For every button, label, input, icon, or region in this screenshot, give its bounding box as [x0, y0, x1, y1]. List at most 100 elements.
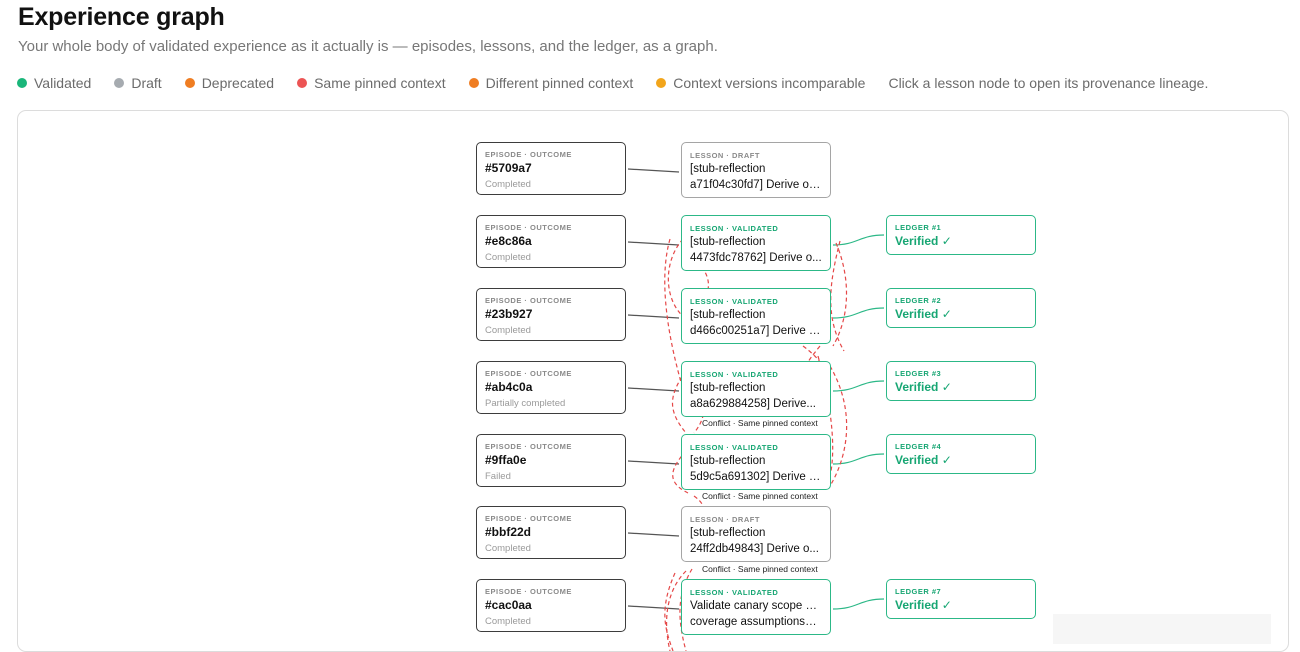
legend-context-incomparable: Context versions incomparable [656, 75, 865, 91]
episode-node[interactable]: EPISODE · OUTCOME #e8c86a Completed [476, 215, 626, 268]
ledger-node[interactable]: LEDGER #2 Verified ✓ [886, 288, 1036, 328]
episode-lesson-edge [627, 387, 680, 392]
ledger-kind: LEDGER #4 [895, 442, 942, 451]
ledger-status: Verified ✓ [895, 234, 952, 248]
episode-outcome: Completed [485, 179, 531, 190]
lesson-text-line: Validate canary scope and [690, 600, 822, 612]
legend-label: Validated [34, 75, 92, 91]
lesson-kind: LESSON · DRAFT [690, 515, 760, 524]
lesson-text: [stub-reflection 4473fdc78762] Derive o..… [690, 235, 822, 266]
episode-outcome: Partially completed [485, 398, 566, 409]
conflict-label: Conflict · Same pinned context [702, 491, 818, 501]
episode-kind: EPISODE · OUTCOME [485, 223, 572, 232]
lesson-ledger-edge [832, 380, 885, 392]
episode-outcome: Failed [485, 471, 511, 482]
episode-outcome: Completed [485, 325, 531, 336]
episode-id: #ab4c0a [485, 380, 533, 394]
legend-different-pinned-context: Different pinned context [468, 75, 634, 91]
lesson-ledger-edge [832, 598, 885, 610]
lesson-node[interactable]: LESSON · VALIDATED [stub-reflection a8a629… [681, 361, 831, 417]
lesson-text: [stub-reflection 24ff2db49843] Derive o..… [690, 526, 822, 557]
lesson-text-line: 24ff2db49843] Derive o... [690, 542, 819, 555]
lesson-text: Validate canary scope and coverage assump… [690, 599, 822, 630]
draft-dot-icon [114, 78, 125, 88]
ledger-node[interactable]: LEDGER #1 Verified ✓ [886, 215, 1036, 255]
lesson-node[interactable]: LESSON · DRAFT [stub-reflection a71f04c30f… [681, 142, 831, 198]
conflict-label: Conflict · Same pinned context [702, 418, 818, 428]
ledger-kind: LEDGER #1 [895, 223, 942, 232]
lesson-ledger-edge [832, 307, 885, 319]
lesson-text: [stub-reflection d466c00251a7] Derive o..… [690, 308, 822, 339]
ledger-status: Verified ✓ [895, 453, 952, 467]
lesson-text: [stub-reflection a8a629884258] Derive... [690, 381, 822, 412]
lesson-text-line: [stub-reflection [690, 382, 766, 394]
lesson-text-line: [stub-reflection [690, 309, 766, 321]
episode-node[interactable]: EPISODE · OUTCOME #cac0aa Completed [476, 579, 626, 632]
legend-label: Draft [131, 75, 162, 91]
episode-outcome: Completed [485, 252, 531, 263]
episode-kind: EPISODE · OUTCOME [485, 369, 572, 378]
episode-lesson-edge [627, 314, 680, 319]
episode-node[interactable]: EPISODE · OUTCOME #bbf22d Completed [476, 506, 626, 559]
lesson-kind: LESSON · VALIDATED [690, 588, 779, 597]
lesson-node[interactable]: LESSON · VALIDATED Validate canary scope … [681, 579, 831, 635]
legend-label: Deprecated [201, 75, 275, 91]
page-title: Experience graph [18, 3, 225, 31]
lesson-kind: LESSON · VALIDATED [690, 443, 779, 452]
episode-id: #bbf22d [485, 525, 532, 539]
legend-validated: Validated [17, 75, 91, 91]
lesson-text-line: 4473fdc78762] Derive o... [690, 251, 822, 264]
ledger-kind: LEDGER #2 [895, 296, 942, 305]
legend-same-pinned-context: Same pinned context [297, 75, 446, 91]
lesson-text-line: [stub-reflection [690, 527, 766, 539]
ledger-status: Verified ✓ [895, 380, 952, 394]
ledger-node[interactable]: LEDGER #7 Verified ✓ [886, 579, 1036, 619]
episode-kind: EPISODE · OUTCOME [485, 150, 572, 159]
conflict-edge [830, 240, 845, 352]
episode-id: #cac0aa [485, 598, 532, 612]
episode-outcome: Completed [485, 543, 531, 554]
legend-deprecated: Deprecated [184, 75, 275, 91]
lesson-text-line: d466c00251a7] Derive o... [690, 324, 822, 337]
legend: Validated Draft Deprecated Same pinned c… [17, 75, 1208, 91]
legend-label: Context versions incomparable [673, 75, 866, 91]
graph-edges [627, 168, 885, 651]
episode-kind: EPISODE · OUTCOME [485, 442, 572, 451]
episode-node[interactable]: EPISODE · OUTCOME #ab4c0a Partially comple… [476, 361, 626, 414]
conflict-edge [664, 572, 676, 651]
legend-label: Different pinned context [485, 75, 634, 91]
episode-id: #23b927 [485, 307, 533, 321]
different-context-dot-icon [468, 78, 479, 88]
episode-lesson-edge [627, 460, 680, 465]
lesson-kind: LESSON · VALIDATED [690, 297, 779, 306]
episode-id: #e8c86a [485, 234, 532, 248]
ledger-node[interactable]: LEDGER #4 Verified ✓ [886, 434, 1036, 474]
lesson-text: [stub-reflection 5d9c5a691302] Derive o..… [690, 454, 822, 485]
conflict-label: Conflict · Same pinned context [702, 564, 818, 574]
legend-hint: Click a lesson node to open its provenan… [888, 75, 1209, 91]
episode-outcome: Completed [485, 616, 531, 627]
ledger-status: Verified ✓ [895, 307, 952, 321]
deprecated-dot-icon [184, 78, 195, 88]
graph-canvas[interactable]: EPISODE · OUTCOME #5709a7 Completed EPISODE… [17, 110, 1289, 652]
lesson-text-line: [stub-reflection [690, 236, 766, 248]
episode-lesson-edge [627, 605, 680, 610]
episode-kind: EPISODE · OUTCOME [485, 514, 572, 523]
lesson-node[interactable]: LESSON · VALIDATED [stub-reflection 5d9c5a… [681, 434, 831, 490]
lesson-text: [stub-reflection a71f04c30fd7] Derive on.… [690, 162, 822, 193]
minimap[interactable] [1053, 614, 1271, 644]
ledger-node[interactable]: LEDGER #3 Verified ✓ [886, 361, 1036, 401]
lesson-node[interactable]: LESSON · VALIDATED [stub-reflection 4473fd… [681, 215, 831, 271]
same-context-dot-icon [297, 78, 308, 88]
validated-dot-icon [17, 78, 27, 88]
episode-kind: EPISODE · OUTCOME [485, 296, 572, 305]
lesson-node[interactable]: LESSON · VALIDATED [stub-reflection d466c0… [681, 288, 831, 344]
page-subtitle: Your whole body of validated experience … [18, 38, 718, 55]
lesson-text-line: [stub-reflection [690, 455, 766, 467]
lesson-node[interactable]: LESSON · DRAFT [stub-reflection 24ff2db498… [681, 506, 831, 562]
episode-node[interactable]: EPISODE · OUTCOME #5709a7 Completed [476, 142, 626, 195]
episode-node[interactable]: EPISODE · OUTCOME #9ffa0e Failed [476, 434, 626, 487]
episode-node[interactable]: EPISODE · OUTCOME #23b927 Completed [476, 288, 626, 341]
lesson-text-line: a71f04c30fd7] Derive on... [690, 178, 822, 191]
ledger-kind: LEDGER #3 [895, 369, 942, 378]
